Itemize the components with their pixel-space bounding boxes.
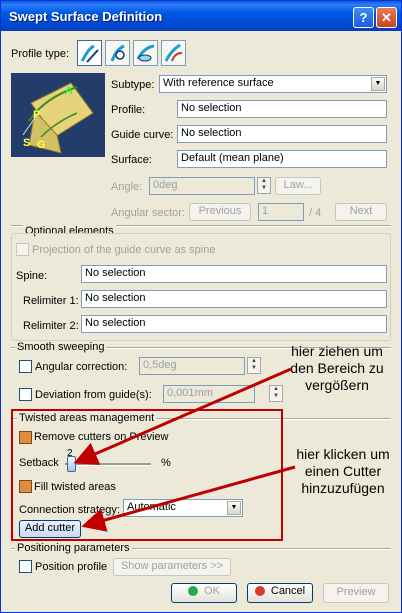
setback-arrow	[73, 367, 292, 465]
swept-surface-dialog: Swept Surface Definition ? ✕ Profile typ…	[0, 0, 402, 613]
add-cutter-arrow	[81, 465, 296, 532]
annotation-arrows	[73, 367, 296, 532]
